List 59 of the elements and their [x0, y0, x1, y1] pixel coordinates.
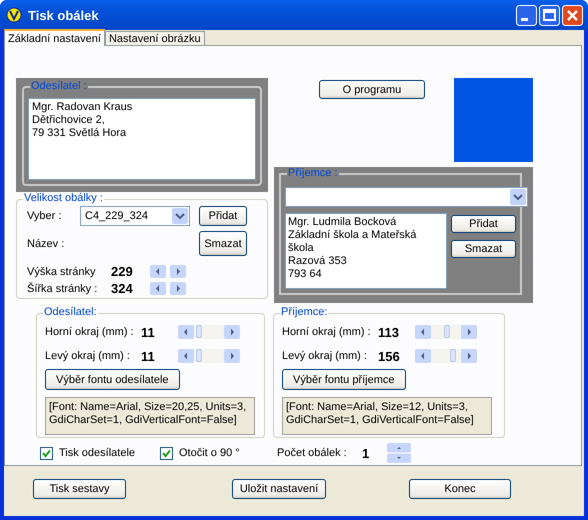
- size-dropdown[interactable]: C4_229_324: [80, 206, 190, 226]
- font-info: [Font: Name=Arial, Size=20,25, Units=3, GdiCharSet=1, GdiVerticalFont=False]: [45, 397, 255, 435]
- value-label: 324: [111, 281, 134, 296]
- value-label: 229: [111, 264, 134, 279]
- checkbox-label[interactable]: Tisk odesílatele: [59, 447, 136, 459]
- horizontal-slider[interactable]: [178, 349, 240, 363]
- field-label: Počet obálek :: [277, 447, 348, 459]
- footer-button[interactable]: Uložit nastavení: [232, 478, 326, 498]
- field-label: Levý okraj (mm) :: [45, 350, 131, 362]
- app-icon: [6, 7, 22, 23]
- horizontal-slider[interactable]: [178, 325, 240, 339]
- checkbox[interactable]: [40, 446, 53, 460]
- footer-button[interactable]: Tisk sestavy: [33, 478, 126, 498]
- value-label: 1: [362, 446, 370, 460]
- field-label: Výška stránky: [27, 266, 96, 278]
- group-legend: Příjemce:: [280, 306, 328, 318]
- group-legend: Odesílatel:: [43, 306, 98, 318]
- left-arrow-button[interactable]: [150, 282, 166, 295]
- value-label: 113: [378, 324, 400, 340]
- minimize-icon[interactable]: [516, 4, 537, 26]
- value-label: 156: [378, 348, 401, 364]
- add-button[interactable]: Přidat: [199, 206, 247, 226]
- font-button[interactable]: Výběr fontu příjemce: [282, 369, 406, 390]
- field-label: Název :: [27, 238, 66, 250]
- field-label: Horní okraj (mm) :: [282, 326, 372, 338]
- value-label: 11: [141, 324, 156, 340]
- left-arrow-button[interactable]: [150, 265, 166, 278]
- close-icon[interactable]: [562, 4, 583, 26]
- spin-button[interactable]: [387, 443, 411, 463]
- about-button[interactable]: O programu: [319, 80, 425, 99]
- field-label: Levý okraj (mm) :: [282, 350, 368, 362]
- group-legend: Odesílatel :: [30, 80, 88, 92]
- field-label: Šířka stránky :: [27, 282, 98, 294]
- font-button[interactable]: Výběr fontu odesílatele: [45, 369, 180, 390]
- address-field[interactable]: Mgr. Radovan Kraus Dětřichovice 2, 79 331 Světlá Hora: [28, 98, 256, 180]
- delete-button[interactable]: Smazat: [199, 231, 247, 256]
- value-label: 11: [141, 348, 156, 364]
- group-legend: Velikost obálky :: [23, 192, 104, 204]
- window-title: Tisk obálek: [28, 8, 100, 22]
- horizontal-slider[interactable]: [415, 349, 477, 363]
- group-legend: Příjemce :: [287, 167, 339, 179]
- chevron-icon: [510, 189, 526, 205]
- action-button[interactable]: Smazat: [451, 240, 516, 258]
- checkbox-label[interactable]: Otočit o 90 °: [179, 447, 240, 459]
- right-arrow-button[interactable]: [170, 265, 186, 278]
- right-arrow-button[interactable]: [170, 282, 186, 295]
- field-label: Horní okraj (mm) :: [45, 326, 135, 338]
- field-label: Vyber :: [27, 210, 62, 222]
- action-button[interactable]: Přidat: [451, 215, 516, 233]
- chevron-icon: [172, 208, 188, 224]
- font-info: [Font: Name=Arial, Size=12, Units=3, GdiCharSet=1, GdiVerticalFont=False]: [282, 397, 492, 435]
- tab[interactable]: Nastavení obrázku: [104, 31, 205, 45]
- address-field[interactable]: Mgr. Ludmila Bocková Základní škola a Mateřská škola Razová 353 793 64: [285, 213, 447, 289]
- horizontal-slider[interactable]: [415, 325, 477, 339]
- footer-button[interactable]: Konec: [409, 478, 511, 498]
- checkbox[interactable]: [160, 446, 173, 460]
- maximize-icon[interactable]: [539, 4, 560, 26]
- tab[interactable]: Základní nastavení: [4, 29, 105, 46]
- recipient-dropdown[interactable]: [285, 187, 528, 207]
